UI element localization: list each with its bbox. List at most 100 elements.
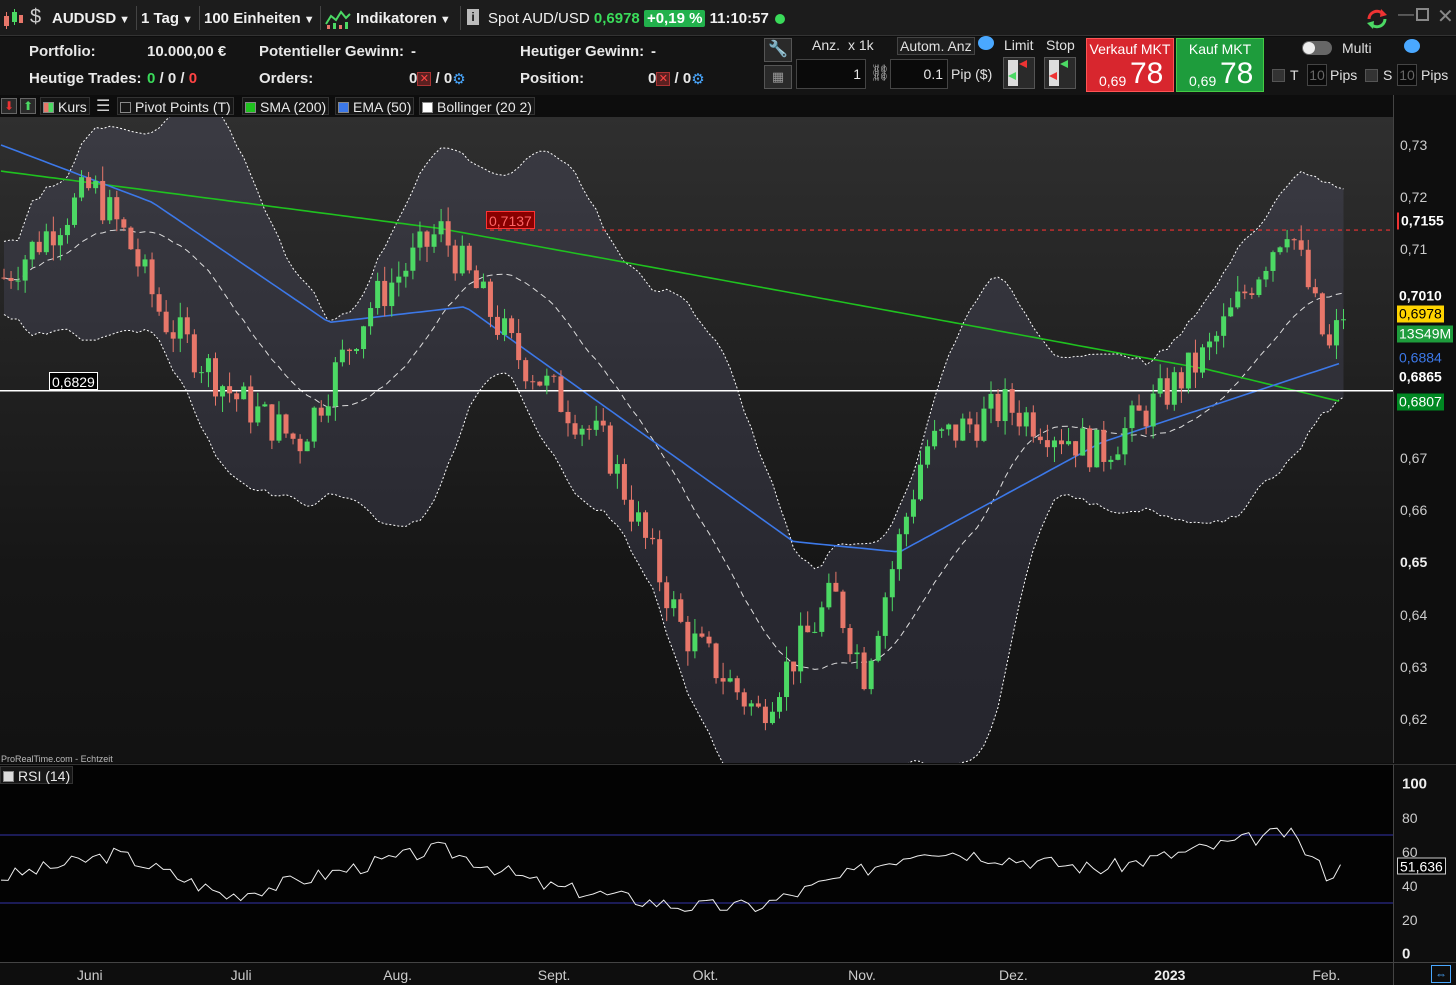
indicators-dropdown[interactable]: Indikatoren ▼: [356, 8, 451, 30]
candle-body: [255, 406, 261, 423]
minimize-icon[interactable]: —: [1398, 6, 1414, 24]
multi-toggle[interactable]: [1302, 41, 1332, 55]
candle-body: [861, 652, 867, 690]
close-icon[interactable]: ✕: [1437, 4, 1454, 29]
candle-body: [1171, 372, 1177, 405]
zoom-icon[interactable]: ⇔: [1431, 965, 1451, 983]
legend-pivot[interactable]: Pivot Points (T): [117, 97, 234, 115]
candle-body: [1192, 352, 1198, 373]
sell-arrow-icon[interactable]: ⬇: [1, 98, 17, 114]
rsi-line: [0, 827, 1341, 913]
chat-icon[interactable]: [978, 36, 994, 50]
candle-body: [699, 633, 705, 637]
stop-loss-checkbox[interactable]: [1365, 69, 1378, 82]
candle-body: [325, 406, 331, 416]
price-axis[interactable]: 0,73 0,72 0,71 0,67 0,66 0,65 0,64 0,63 0,62 0,7…: [1393, 95, 1456, 763]
stop-order-button[interactable]: [1044, 57, 1076, 89]
candle-body: [1002, 389, 1008, 422]
rsi-axis[interactable]: 100 80 60 40 20 0 51,636: [1393, 764, 1456, 963]
candle-body: [128, 227, 134, 250]
auto-qty-button[interactable]: Autom. Anz: [897, 37, 975, 55]
quantity-input[interactable]: 1: [796, 59, 866, 89]
limit-order-button[interactable]: [1003, 57, 1035, 89]
candle-body: [163, 311, 169, 333]
instrument-icon[interactable]: $: [30, 6, 41, 29]
separator: [199, 6, 200, 30]
candle-body: [354, 349, 359, 352]
chat-icon[interactable]: [1404, 39, 1420, 53]
candle-body: [1037, 436, 1043, 441]
pips-label: Pips: [1421, 67, 1449, 83]
candle-body: [79, 177, 85, 198]
candle-body: [64, 224, 70, 236]
close-position-icon[interactable]: ✕: [656, 72, 671, 87]
candle-body: [628, 499, 634, 522]
price-chart-canvas[interactable]: [0, 117, 1393, 763]
qty-label: Anz.: [812, 37, 841, 53]
quote-time: 11:10:57: [709, 10, 769, 27]
qty-unit: x 1k: [848, 37, 874, 53]
potential-gain-label: Potentieller Gewinn:: [259, 43, 405, 60]
time-tick-label: Aug.: [383, 967, 413, 983]
time-tick-label: 2023: [1154, 967, 1186, 983]
candle-body: [1312, 287, 1318, 294]
candle-body: [22, 259, 28, 281]
maximize-icon[interactable]: [1416, 8, 1429, 21]
bollinger-band-fill: [4, 117, 1344, 763]
buy-arrow-icon[interactable]: ⬆: [20, 98, 36, 114]
candle-body: [332, 362, 338, 407]
rsi-legend[interactable]: RSI (14): [0, 766, 74, 784]
candle-body: [791, 661, 797, 672]
units-dropdown[interactable]: 100 Einheiten ▼: [204, 8, 315, 30]
candle-body: [1051, 440, 1057, 448]
rsi-chart[interactable]: [0, 764, 1393, 962]
candle-body: [1164, 378, 1170, 405]
legend-ema[interactable]: EMA (50): [335, 97, 415, 115]
time-axis[interactable]: Juni Juli Aug. Sept. Okt. Nov. Dez. 2023 Feb.: [0, 962, 1393, 985]
gear-icon[interactable]: ⚙: [452, 71, 465, 88]
legend-bollinger[interactable]: Bollinger (20 2): [419, 97, 535, 115]
link-icon[interactable]: ⛓: [870, 63, 890, 83]
candle-body: [544, 375, 550, 386]
sell-market-button[interactable]: Verkauf MKT 0,69 78: [1086, 38, 1174, 92]
legend-ema-label: EMA (50): [353, 99, 412, 115]
info-icon[interactable]: i: [467, 9, 479, 25]
candle-body: [1228, 307, 1234, 317]
cancel-orders-icon[interactable]: ✕: [417, 72, 432, 87]
indicators-icon[interactable]: [325, 8, 351, 30]
take-profit-pips-input[interactable]: 10: [1307, 64, 1327, 86]
take-profit-checkbox[interactable]: [1272, 69, 1285, 82]
stop-loss-pips-input[interactable]: 10: [1397, 64, 1417, 86]
bollinger-color-swatch: [422, 102, 433, 113]
ema-value-badge: 0,6884: [1399, 349, 1442, 366]
keyboard-icon[interactable]: ▦: [764, 65, 792, 89]
candlestick-icon[interactable]: [2, 8, 24, 30]
trades-separator: /: [180, 70, 185, 87]
symbol-dropdown[interactable]: AUDUSD ▼: [52, 8, 130, 30]
timeframe-dropdown[interactable]: 1 Tag ▼: [141, 8, 193, 30]
candle-body: [86, 177, 92, 189]
orders-total: / 0: [435, 70, 453, 87]
legend-price[interactable]: Kurs: [40, 97, 90, 115]
gear-icon[interactable]: ⚙: [691, 71, 704, 88]
wrench-icon[interactable]: 🔧: [764, 38, 792, 62]
rsi-chart-canvas[interactable]: [0, 765, 1393, 963]
candle-body: [311, 407, 317, 442]
candle-body: [741, 692, 747, 707]
legend-sma[interactable]: SMA (200): [242, 97, 330, 115]
price-chart[interactable]: [0, 117, 1393, 763]
refresh-icon[interactable]: [1364, 6, 1390, 32]
candle-body: [960, 418, 966, 441]
candle-body: [417, 231, 423, 248]
candle-body: [713, 643, 719, 679]
candle-body: [304, 441, 310, 452]
buy-market-button[interactable]: Kauf MKT 0,69 78: [1176, 38, 1264, 92]
list-icon[interactable]: ☰: [96, 96, 110, 116]
price-badge-upper-band: 0,7010: [1399, 287, 1442, 304]
price-color-swatch: [43, 102, 54, 113]
candle-body: [939, 429, 945, 431]
candle-body: [262, 404, 268, 407]
pip-input[interactable]: 0.1: [890, 59, 948, 89]
candle-body: [431, 234, 437, 247]
candle-body: [1277, 247, 1283, 253]
